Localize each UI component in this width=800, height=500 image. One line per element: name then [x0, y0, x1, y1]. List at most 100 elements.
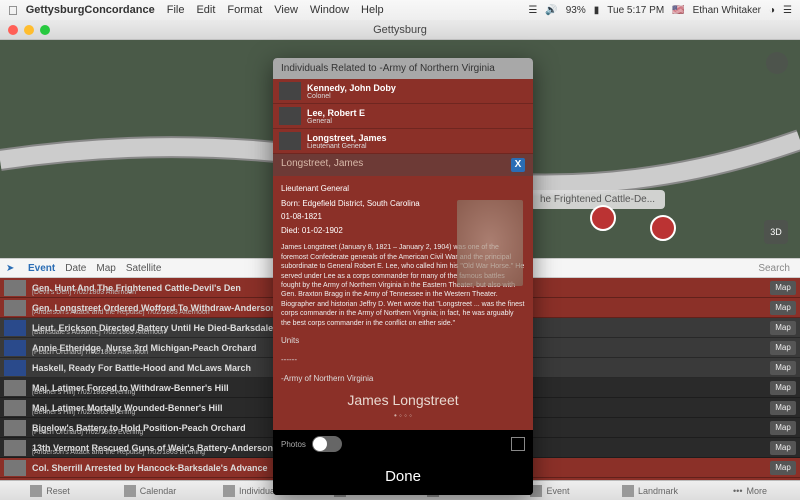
individual-thumb: [279, 132, 301, 150]
user-name[interactable]: Ethan Whitaker: [693, 5, 761, 16]
person-icon: [223, 485, 235, 497]
window-title: Gettysburg: [373, 24, 427, 36]
event-map-button[interactable]: Map: [770, 281, 796, 295]
individual-name: Kennedy, John Doby: [307, 83, 396, 93]
selected-name: Longstreet, James: [281, 158, 363, 172]
event-subtitle: [Peach Orchard] 7/02/1863 Evening: [32, 429, 143, 436]
tab-map[interactable]: Map: [96, 263, 115, 274]
flag-icon: 🇺🇸: [672, 5, 684, 16]
event-map-button[interactable]: Map: [770, 421, 796, 435]
popup-header: Individuals Related to -Army of Northern…: [273, 58, 533, 79]
event-map-button[interactable]: Map: [770, 461, 796, 475]
individual-name: Lee, Robert E: [307, 108, 365, 118]
map-3d-button[interactable]: 3D: [764, 220, 788, 244]
event-thumb: [4, 360, 26, 376]
menu-app[interactable]: GettysburgConcordance: [26, 4, 155, 16]
event-subtitle: [Anderson's Attack and the Repulse] 7/02…: [32, 309, 210, 316]
notifications-icon[interactable]: ☰: [783, 5, 792, 16]
individual-name-large: James Longstreet: [281, 391, 525, 410]
reset-icon: [30, 485, 42, 497]
landmark-icon: [622, 485, 634, 497]
event-subtitle: [Barksdale's Advance] 7/02/1863 Afternoo…: [32, 329, 166, 336]
search-label[interactable]: Search: [758, 263, 790, 274]
event-title: Haskell, Ready For Battle-Hood and McLaw…: [32, 363, 251, 373]
event-map-button[interactable]: Map: [770, 401, 796, 415]
individual-name: Longstreet, James: [307, 133, 387, 143]
minimize-window-button[interactable]: [24, 25, 34, 35]
individual-thumb: [279, 107, 301, 125]
event-map-button[interactable]: Map: [770, 441, 796, 455]
toolbar-reset[interactable]: Reset: [0, 485, 100, 497]
menu-view[interactable]: View: [274, 4, 298, 16]
individual-detail-body: Lieutenant General Born: Edgefield Distr…: [273, 176, 533, 430]
toolbar-landmark[interactable]: Landmark: [600, 485, 700, 497]
event-map-button[interactable]: Map: [770, 321, 796, 335]
event-map-button[interactable]: Map: [770, 361, 796, 375]
individual-rank: Lieutenant General: [307, 143, 387, 150]
map-pin[interactable]: [590, 205, 616, 231]
event-thumb: [4, 460, 26, 476]
battery-label: 93%: [566, 5, 586, 16]
menu-file[interactable]: File: [167, 4, 185, 16]
window-titlebar: Gettysburg: [0, 20, 800, 40]
page-dots: • ◦ ◦ ◦: [281, 411, 525, 422]
related-individual-item[interactable]: Lee, Robert EGeneral: [273, 104, 533, 129]
individual-thumb: [279, 82, 301, 100]
event-thumb: [4, 400, 26, 416]
menu-help[interactable]: Help: [361, 4, 384, 16]
share-icon[interactable]: [511, 437, 525, 451]
event-thumb: [4, 440, 26, 456]
event-thumb: [4, 300, 26, 316]
done-button[interactable]: Done: [273, 458, 533, 495]
calendar-icon: [124, 485, 136, 497]
photos-label: Photos: [281, 440, 306, 449]
menu-edit[interactable]: Edit: [196, 4, 215, 16]
event-subtitle: [Peach Orchard] 7/02/1863 Afternoon: [32, 349, 148, 356]
more-icon: •••: [733, 486, 742, 496]
wifi-icon[interactable]: ☰: [528, 5, 537, 16]
event-map-button[interactable]: Map: [770, 381, 796, 395]
map-pin[interactable]: [650, 215, 676, 241]
spotlight-icon[interactable]: ◑: [769, 5, 775, 16]
tab-event[interactable]: Event: [28, 263, 55, 274]
location-icon[interactable]: ➤: [6, 263, 18, 274]
event-title: Col. Sherrill Arrested by Hancock-Barksd…: [32, 463, 268, 473]
event-thumb: [4, 420, 26, 436]
tab-date[interactable]: Date: [65, 263, 86, 274]
toolbar-more[interactable]: •••More: [700, 486, 800, 496]
event-thumb: [4, 380, 26, 396]
clock[interactable]: Tue 5:17 PM: [607, 5, 664, 16]
units-header: Units: [281, 336, 525, 347]
units-divider: ------: [281, 355, 525, 366]
individual-rank: General: [307, 118, 365, 125]
event-subtitle: [Benner's Hill] 7/02/1863 Evening: [32, 409, 135, 416]
related-individuals-list: Kennedy, John DobyColonelLee, Robert EGe…: [273, 79, 533, 154]
units-item: -Army of Northern Virginia: [281, 374, 525, 385]
toolbar-calendar[interactable]: Calendar: [100, 485, 200, 497]
close-button[interactable]: X: [511, 158, 525, 172]
battery-icon: ▮: [594, 5, 600, 16]
event-thumb: [4, 340, 26, 356]
event-subtitle: [Anderson's Attack and the Repulse] 7/02…: [32, 449, 205, 456]
event-map-button[interactable]: Map: [770, 301, 796, 315]
menu-window[interactable]: Window: [310, 4, 349, 16]
close-window-button[interactable]: [8, 25, 18, 35]
menu-format[interactable]: Format: [227, 4, 262, 16]
menubar:  GettysburgConcordance File Edit Format…: [0, 0, 800, 20]
related-individual-item[interactable]: Kennedy, John DobyColonel: [273, 79, 533, 104]
traffic-lights: [8, 25, 50, 35]
event-subtitle: [Benner's Hill] 7/02/1863 Evening: [32, 389, 135, 396]
event-map-button[interactable]: Map: [770, 341, 796, 355]
zoom-window-button[interactable]: [40, 25, 50, 35]
related-individual-item[interactable]: Longstreet, JamesLieutenant General: [273, 129, 533, 154]
tab-satellite[interactable]: Satellite: [126, 263, 162, 274]
selected-individual-bar: Longstreet, James X: [273, 154, 533, 176]
apple-icon[interactable]: : [8, 3, 18, 18]
individual-rank: Colonel: [307, 93, 396, 100]
compass-icon[interactable]: [766, 52, 788, 74]
photos-toggle[interactable]: [312, 436, 342, 452]
rank-label: Lieutenant General: [281, 184, 525, 195]
individual-detail-popup: Individuals Related to -Army of Northern…: [273, 58, 533, 495]
event-subtitle: [Devil's Den] 7/02/1863 Afternoon: [32, 289, 136, 296]
volume-icon[interactable]: 🔊: [545, 5, 557, 16]
